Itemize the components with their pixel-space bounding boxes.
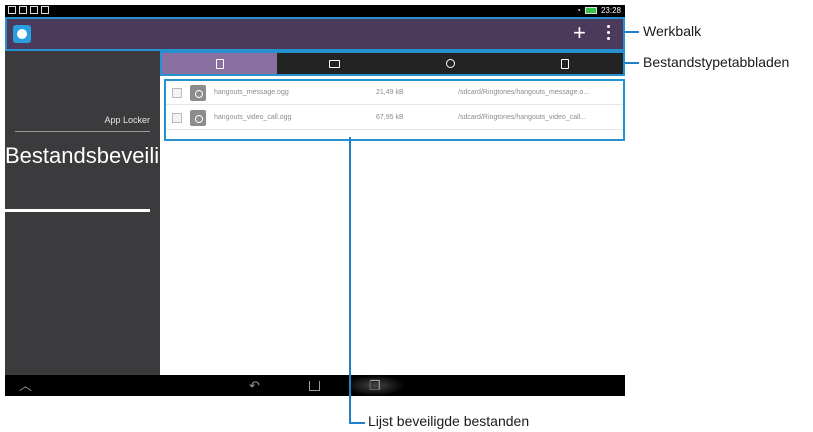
chevron-up-icon[interactable]: ︿: [19, 378, 32, 393]
file-size: 67,95 kB: [376, 114, 404, 121]
file-name: hangouts_message.ogg: [214, 89, 289, 96]
checkbox[interactable]: [172, 88, 182, 98]
app-locker-icon[interactable]: [13, 25, 31, 43]
notification-icon: [19, 6, 27, 14]
sidebar-divider: [15, 131, 150, 132]
clock: 23:28: [600, 6, 621, 15]
file-icon: [561, 58, 570, 69]
callout-line: [349, 422, 365, 424]
callout-tabs: Bestandstypetabbladen: [643, 54, 790, 70]
image-icon: [329, 59, 341, 68]
notification-icon: [30, 6, 38, 14]
music-icon: [445, 59, 455, 68]
notification-icon: [41, 6, 49, 14]
wifi-icon: ◔: [576, 6, 581, 15]
home-icon[interactable]: [309, 381, 320, 391]
recent-apps-icon[interactable]: ❐: [369, 378, 381, 393]
callout-line: [625, 62, 639, 64]
file-type-tabs: [160, 51, 625, 76]
tab-images[interactable]: [277, 53, 392, 74]
file-name: hangouts_video_call.ogg: [214, 114, 292, 121]
notification-icon: [8, 6, 16, 14]
file-size: 21,49 kB: [376, 89, 404, 96]
navigation-bar: ︿ ↶ ❐: [5, 375, 625, 396]
sidebar: App Locker Bestandsbeveiliging: [5, 51, 201, 375]
protected-file-list: hangouts_message.ogg 21,49 kB /sdcard/Ri…: [164, 79, 625, 141]
file-path: /sdcard/Ringtones/hangouts_message.o...: [458, 89, 590, 96]
list-item[interactable]: hangouts_video_call.ogg 67,95 kB /sdcard…: [166, 106, 623, 130]
file-path: /sdcard/Ringtones/hangouts_video_call...: [458, 114, 587, 121]
callout-line: [349, 137, 351, 423]
status-icons: ◔ 23:28: [576, 6, 621, 15]
plus-icon[interactable]: +: [573, 21, 586, 45]
status-bar: ◔ 23:28: [5, 5, 625, 17]
callout-list: Lijst beveiligde bestanden: [368, 413, 530, 429]
back-icon[interactable]: ↶: [249, 378, 260, 393]
list-item[interactable]: hangouts_message.ogg 21,49 kB /sdcard/Ri…: [166, 81, 623, 105]
tab-audio[interactable]: [393, 53, 508, 74]
audio-file-icon: [190, 110, 206, 126]
sidebar-selected-indicator: [5, 209, 150, 212]
figure: ◔ 23:28 + App Locker Bestandsbeveiliging: [0, 0, 813, 432]
document-icon: [215, 58, 224, 69]
battery-icon: [584, 7, 597, 14]
device-screen: ◔ 23:28 + App Locker Bestandsbeveiliging: [5, 5, 625, 396]
checkbox[interactable]: [172, 113, 182, 123]
sidebar-item-file-protection[interactable]: Bestandsbeveiliging: [5, 141, 201, 170]
tab-documents[interactable]: [162, 53, 278, 74]
kebab-menu-icon[interactable]: [607, 25, 611, 43]
sidebar-item-app-locker[interactable]: App Locker: [104, 115, 150, 125]
callout-line: [625, 31, 639, 33]
tab-other[interactable]: [508, 53, 623, 74]
callout-toolbar: Werkbalk: [643, 23, 702, 39]
toolbar: +: [5, 17, 625, 51]
main-content: hangouts_message.ogg 21,49 kB /sdcard/Ri…: [160, 51, 625, 375]
audio-file-icon: [190, 85, 206, 101]
notification-icons: [8, 6, 49, 14]
